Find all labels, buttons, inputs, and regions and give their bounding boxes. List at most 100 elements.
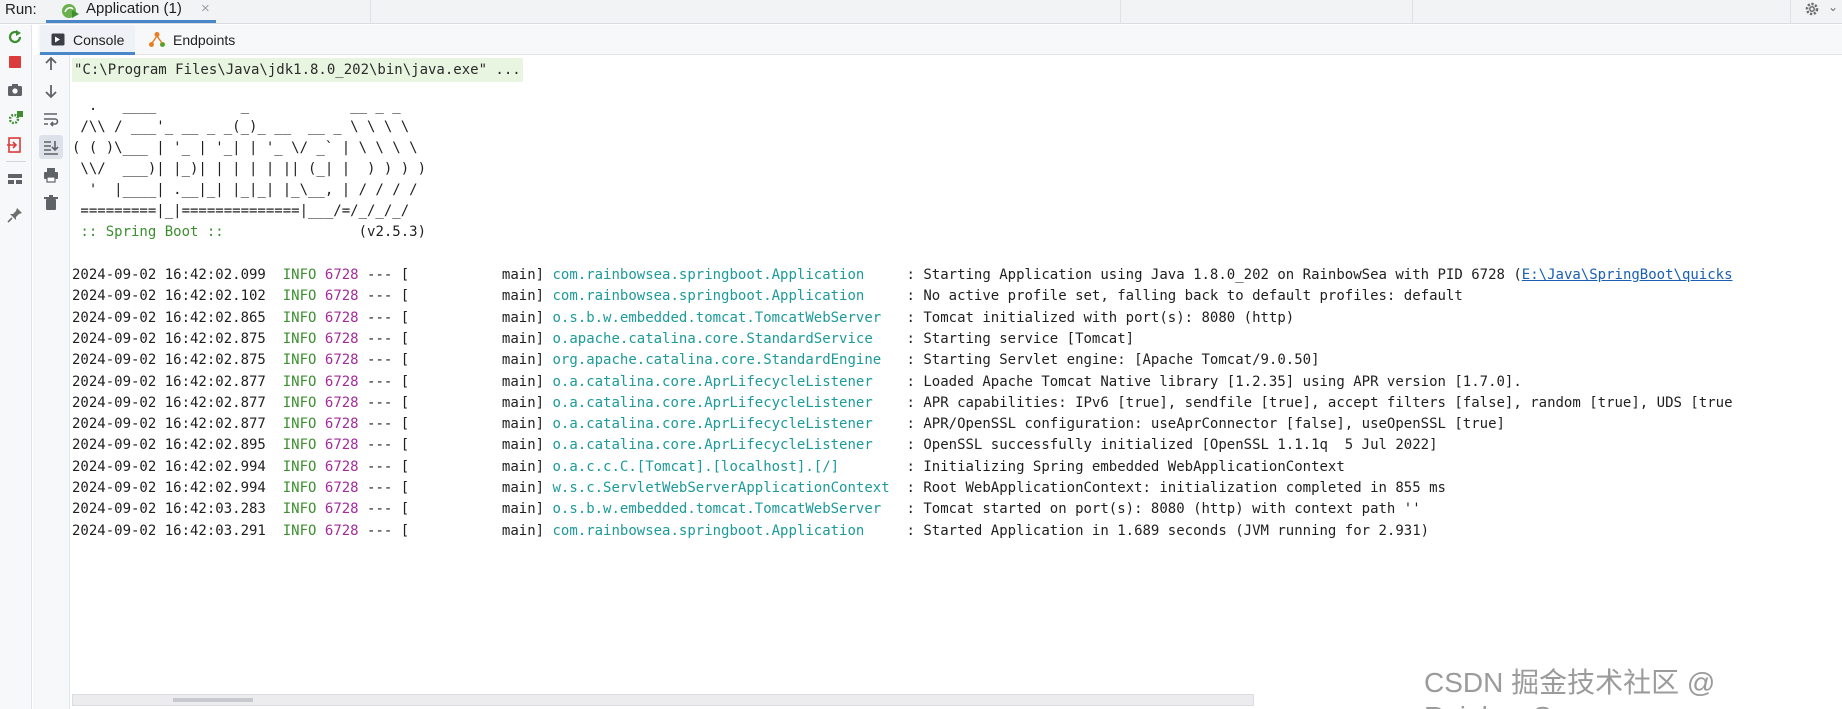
print-icon[interactable] [40, 164, 62, 186]
log-pid: 6728 [324, 352, 359, 368]
log-timestamp: 2024-09-02 16:42:02.099 [72, 267, 266, 283]
log-separator: ] [535, 374, 553, 390]
log-separator: ] [535, 267, 553, 283]
log-pid: 6728 [324, 501, 359, 517]
log-level: INFO [282, 459, 317, 475]
log-thread: main [501, 352, 536, 368]
exit-icon[interactable] [4, 134, 26, 156]
log-logger: o.a.catalina.core.AprLifecycleListener [552, 437, 899, 453]
active-tab-indicator [46, 20, 216, 23]
log-pid: 6728 [324, 480, 359, 496]
log-logger: o.a.c.c.C.[Tomcat].[localhost].[/] [552, 459, 899, 475]
log-separator: ] [535, 437, 553, 453]
log-message: : Starting service [Tomcat] [898, 331, 1135, 347]
log-separator [266, 523, 283, 539]
log-level: INFO [282, 352, 317, 368]
log-logger: o.a.catalina.core.AprLifecycleListener [552, 374, 899, 390]
endpoints-icon[interactable] [148, 31, 166, 48]
log-message: : Started Application in 1.689 seconds (… [898, 523, 1430, 539]
console-output[interactable]: "C:\Program Files\Java\jdk1.8.0_202\bin\… [72, 56, 1842, 696]
log-level: INFO [282, 267, 317, 283]
log-separator [266, 416, 283, 432]
log-line: 2024-09-02 16:42:03.291 INFO 6728 --- [ … [72, 519, 1429, 544]
arrow-up-icon[interactable] [40, 53, 62, 75]
log-logger: com.rainbowsea.springboot.Application [552, 267, 899, 283]
scroll-to-end-icon[interactable] [39, 135, 63, 159]
log-separator [316, 331, 324, 347]
debug-gear-icon[interactable] [4, 107, 26, 129]
log-thread: main [501, 310, 536, 326]
log-separator [266, 310, 283, 326]
log-logger: w.s.c.ServletWebServerApplicationContext [552, 480, 899, 496]
log-separator [316, 288, 324, 304]
tab-divider [1790, 0, 1791, 24]
run-label: Run: [5, 1, 37, 18]
log-level: INFO [282, 288, 317, 304]
spring-boot-version: (v2.5.3) [232, 224, 427, 240]
log-message: : Loaded Apache Tomcat Native library [1… [898, 374, 1522, 390]
command-line: "C:\Program Files\Java\jdk1.8.0_202\bin\… [72, 58, 523, 82]
log-separator: --- [ [358, 310, 502, 326]
log-logger: com.rainbowsea.springboot.Application [552, 523, 899, 539]
log-logger: o.s.b.w.embedded.tomcat.TomcatWebServer [552, 310, 899, 326]
arrow-down-icon[interactable] [40, 80, 62, 102]
log-separator [266, 459, 283, 475]
log-thread: main [501, 288, 536, 304]
log-message: : Tomcat started on port(s): 8080 (http)… [898, 501, 1421, 517]
console-actions-toolbar [33, 55, 70, 709]
log-logger: o.apache.catalina.core.StandardService [552, 331, 899, 347]
log-separator: ] [535, 395, 553, 411]
tab-console-label[interactable]: Console [73, 32, 124, 48]
log-message: : Tomcat initialized with port(s): 8080 … [898, 310, 1295, 326]
log-separator [266, 267, 283, 283]
log-separator [266, 374, 283, 390]
log-thread: main [501, 459, 536, 475]
log-logger: org.apache.catalina.core.StandardEngine [552, 352, 899, 368]
chevron-down-icon[interactable]: ⌄ [1828, 0, 1838, 14]
spring-run-icon [62, 4, 79, 18]
log-pid: 6728 [324, 288, 359, 304]
camera-icon[interactable] [4, 79, 26, 101]
layout-icon[interactable] [4, 168, 26, 190]
trash-icon[interactable] [40, 192, 62, 214]
log-separator: ] [535, 501, 553, 517]
spring-boot-tag: :: Spring Boot :: [72, 224, 233, 240]
pin-icon[interactable] [4, 204, 26, 226]
log-thread: main [501, 267, 536, 283]
log-logger: com.rainbowsea.springboot.Application [552, 288, 899, 304]
log-separator [316, 501, 324, 517]
log-separator [316, 310, 324, 326]
log-separator [316, 523, 324, 539]
tab-endpoints-label[interactable]: Endpoints [173, 32, 235, 48]
file-path-link[interactable]: E:\Java\SpringBoot\quicks [1522, 267, 1733, 283]
log-pid: 6728 [324, 310, 359, 326]
scrollbar-thumb[interactable] [173, 698, 253, 702]
log-pid: 6728 [324, 331, 359, 347]
log-level: INFO [282, 501, 317, 517]
gear-icon[interactable] [1804, 1, 1820, 17]
log-pid: 6728 [324, 267, 359, 283]
soft-wrap-icon[interactable] [40, 108, 62, 130]
close-icon[interactable]: × [201, 0, 210, 17]
log-thread: main [501, 523, 536, 539]
log-separator: --- [ [358, 437, 502, 453]
log-message: : Initializing Spring embedded WebApplic… [898, 459, 1345, 475]
log-separator: ] [535, 416, 553, 432]
stop-icon[interactable] [4, 51, 26, 73]
log-separator: --- [ [358, 267, 502, 283]
log-separator [316, 459, 324, 475]
log-level: INFO [282, 437, 317, 453]
log-thread: main [501, 437, 536, 453]
log-thread: main [501, 331, 536, 347]
log-separator [266, 480, 283, 496]
log-pid: 6728 [324, 523, 359, 539]
log-level: INFO [282, 523, 317, 539]
horizontal-scrollbar[interactable] [72, 694, 1254, 706]
log-timestamp: 2024-09-02 16:42:02.994 [72, 480, 266, 496]
tab-divider [1120, 0, 1121, 24]
log-separator [316, 480, 324, 496]
log-separator: ] [535, 480, 553, 496]
log-level: INFO [282, 374, 317, 390]
run-actions-toolbar [0, 25, 32, 709]
rerun-icon[interactable] [4, 26, 26, 48]
